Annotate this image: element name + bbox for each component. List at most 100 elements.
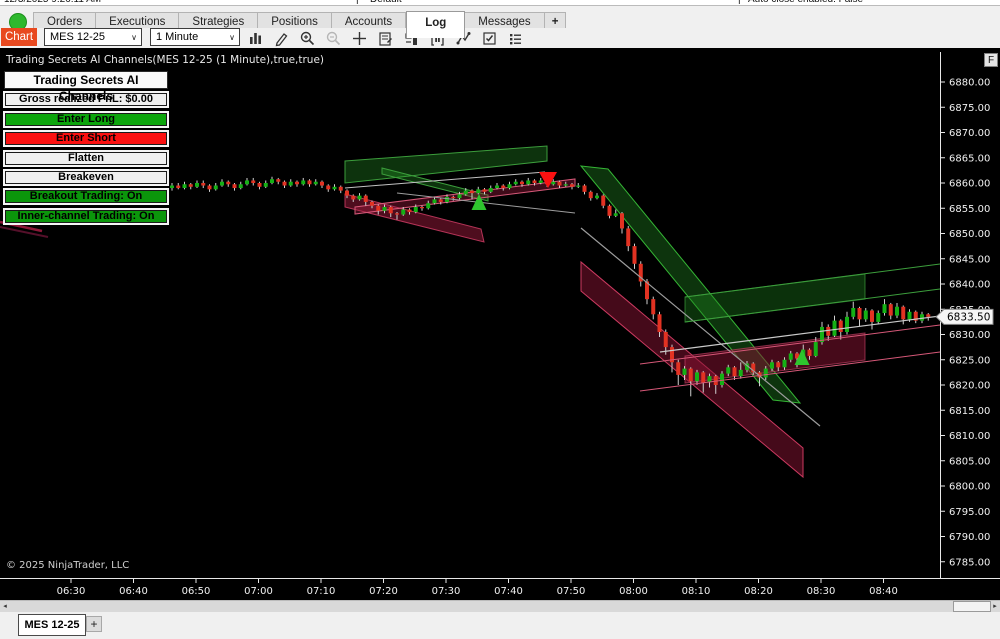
last-price-label: 6833.50 xyxy=(947,312,990,324)
price-axis-label: 6785.00 xyxy=(949,557,990,568)
candle-body xyxy=(283,182,287,186)
candle-body xyxy=(858,308,862,319)
price-axis-label: 6830.00 xyxy=(949,330,990,341)
candle-body xyxy=(201,183,205,186)
chevron-down-icon[interactable]: ∨ xyxy=(225,33,239,42)
candle-body xyxy=(401,210,405,215)
candle-body xyxy=(926,314,930,317)
candle-body xyxy=(889,304,893,315)
zoom-in-icon[interactable] xyxy=(299,30,316,47)
candle-body xyxy=(595,196,599,199)
candle-body xyxy=(608,206,612,216)
candle-body xyxy=(301,180,305,184)
candle-body xyxy=(433,199,437,203)
candle-body xyxy=(183,184,187,188)
candle-body xyxy=(358,196,362,200)
candle-body xyxy=(333,187,337,190)
candle-body xyxy=(770,362,774,368)
panel-button-gross-realized-pnl-0-00[interactable]: Gross realized PnL: $0.00 xyxy=(3,91,169,108)
status-auto-close: Auto close enabled: False xyxy=(748,0,863,5)
candle-body xyxy=(489,188,493,192)
ninjatrader-window: 12/3/2025 9:26:11 AM | Default | Auto cl… xyxy=(0,0,1000,639)
candle-body xyxy=(420,207,424,208)
strategies-icon[interactable] xyxy=(481,30,498,47)
focus-button[interactable]: F xyxy=(984,53,998,67)
candle-body xyxy=(195,183,199,187)
properties-icon[interactable] xyxy=(507,30,524,47)
candle-body xyxy=(845,317,849,332)
candle-body xyxy=(226,182,230,185)
instrument-selector[interactable]: MES 12-25 ∨ xyxy=(44,28,142,46)
time-axis-label: 08:30 xyxy=(807,586,836,597)
panel-button-enter-long[interactable]: Enter Long xyxy=(3,111,169,128)
price-axis-label: 6795.00 xyxy=(949,507,990,518)
panel-button-breakout-trading-on[interactable]: Breakout Trading: On xyxy=(3,188,169,205)
chart-area[interactable]: 6880.006875.006870.006865.006860.006855.… xyxy=(0,48,1000,600)
candle-body xyxy=(783,360,787,368)
crosshair-icon[interactable] xyxy=(351,30,368,47)
time-axis-label: 07:00 xyxy=(244,586,273,597)
candle-body xyxy=(289,182,293,186)
candle-body xyxy=(245,180,249,184)
panel-button-enter-short[interactable]: Enter Short xyxy=(3,130,169,147)
candle-body xyxy=(520,182,524,185)
interval-selector[interactable]: 1 Minute ∨ xyxy=(150,28,240,46)
status-separator-1: | xyxy=(356,0,359,5)
candle-body xyxy=(189,184,193,187)
panel-button-breakeven[interactable]: Breakeven xyxy=(3,169,169,186)
candle-body xyxy=(808,350,812,356)
panel-button-flatten[interactable]: Flatten xyxy=(3,150,169,167)
candle-body xyxy=(501,186,505,189)
candle-body xyxy=(539,180,543,183)
candle-body xyxy=(576,186,580,187)
candle-body xyxy=(251,180,255,183)
time-axis-label: 06:40 xyxy=(119,586,148,597)
chart-toolbar: Chart MES 12-25 ∨ 1 Minute ∨ xyxy=(0,28,1000,49)
interval-value: 1 Minute xyxy=(151,31,225,43)
strategy-panel-title: Trading Secrets AI Channels xyxy=(4,71,168,89)
price-axis-label: 6855.00 xyxy=(949,204,990,215)
time-axis-label: 06:50 xyxy=(182,586,211,597)
time-axis-label: 06:30 xyxy=(57,586,86,597)
candle-body xyxy=(395,213,399,214)
price-axis-label: 6815.00 xyxy=(949,406,990,417)
candle-body xyxy=(764,369,768,378)
tab-log[interactable]: Log xyxy=(406,11,465,38)
candle-body xyxy=(626,228,630,246)
candle-body xyxy=(476,189,480,193)
candle-body xyxy=(233,184,237,188)
horizontal-scrollbar[interactable]: ◂ ▸ xyxy=(0,600,1000,612)
report-icon[interactable] xyxy=(377,30,394,47)
time-axis-label: 07:30 xyxy=(432,586,461,597)
candle-body xyxy=(408,210,412,213)
candle-body xyxy=(495,186,499,189)
candle-body xyxy=(558,182,562,186)
candle-body xyxy=(633,246,637,264)
chart-window-label: Chart xyxy=(1,28,37,46)
drawing-tools-icon[interactable] xyxy=(273,30,290,47)
candle-body xyxy=(651,299,655,314)
panel-button-inner-channel-trading-on[interactable]: Inner-channel Trading: On xyxy=(3,208,169,225)
tab-row: OrdersExecutionsStrategiesPositionsAccou… xyxy=(0,6,1000,28)
scrollbar-thumb[interactable] xyxy=(953,601,991,612)
candle-body xyxy=(451,197,455,198)
candle-body xyxy=(564,184,568,185)
candle-body xyxy=(870,311,874,322)
price-axis-label: 6870.00 xyxy=(949,128,990,139)
candle-body xyxy=(326,186,330,190)
candle-body xyxy=(339,187,343,191)
candle-body xyxy=(514,182,518,185)
candle-body xyxy=(583,186,587,192)
chart-style-icon[interactable] xyxy=(247,30,264,47)
workspace-tab[interactable]: MES 12-25 xyxy=(18,614,86,636)
chevron-down-icon[interactable]: ∨ xyxy=(127,33,141,42)
candle-body xyxy=(345,191,349,196)
candle-body xyxy=(208,186,212,190)
candle-body xyxy=(895,307,899,316)
add-workspace-tab-button[interactable]: + xyxy=(86,616,102,632)
candle-body xyxy=(276,179,280,182)
candle-body xyxy=(620,213,624,228)
candle-body xyxy=(695,372,699,381)
time-axis-label: 07:40 xyxy=(494,586,523,597)
candle-body xyxy=(176,186,180,189)
